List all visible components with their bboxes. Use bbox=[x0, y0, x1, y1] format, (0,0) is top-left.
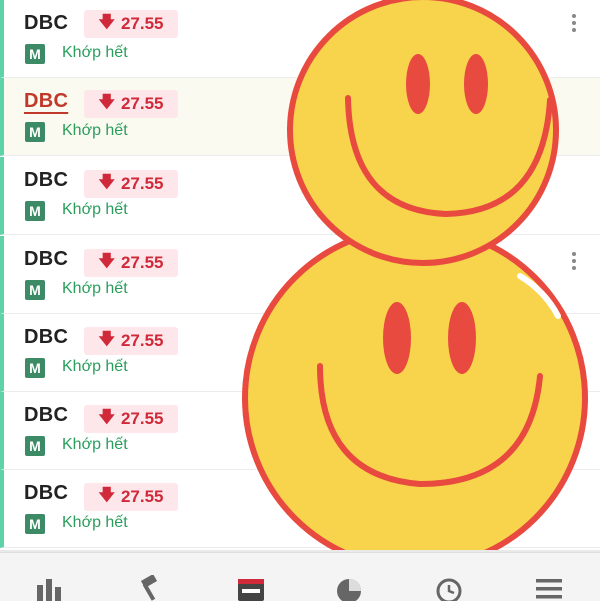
ticker-symbol[interactable]: DBC bbox=[24, 90, 68, 113]
price-badge: 🡇 27.55 bbox=[84, 483, 178, 511]
order-type-badge: M bbox=[25, 436, 45, 456]
order-type-badge: M bbox=[25, 44, 45, 64]
ticker-symbol[interactable]: DBC bbox=[24, 12, 68, 35]
order-status: Khớp hết bbox=[62, 44, 128, 61]
price-value: 27.55 bbox=[120, 487, 164, 506]
hamburger-menu-icon[interactable] bbox=[534, 575, 564, 601]
order-status: Khớp hết bbox=[62, 436, 128, 453]
price-value: 27.55 bbox=[120, 331, 164, 350]
ticker-symbol[interactable]: DBC bbox=[24, 482, 68, 505]
order-status: Khớp hết bbox=[62, 514, 128, 531]
price-value: 27.55 bbox=[120, 409, 164, 428]
order-type-badge: M bbox=[25, 280, 45, 300]
price-badge: 🡇 27.55 bbox=[84, 10, 178, 38]
order-status: Khớp hết bbox=[62, 358, 128, 375]
market-chart-icon[interactable] bbox=[34, 575, 64, 601]
order-status: Khớp hết bbox=[62, 280, 128, 297]
arrow-down-icon: 🡇 bbox=[98, 252, 115, 270]
price-value: 27.55 bbox=[120, 94, 164, 113]
wallet-icon[interactable] bbox=[236, 575, 266, 601]
order-type-badge: M bbox=[25, 122, 45, 142]
price-badge: 🡇 27.55 bbox=[84, 90, 178, 118]
order-type-badge: M bbox=[25, 514, 45, 534]
price-value: 27.55 bbox=[120, 253, 164, 272]
arrow-down-icon: 🡇 bbox=[98, 330, 115, 348]
arrow-down-icon: 🡇 bbox=[98, 408, 115, 426]
ticker-symbol[interactable]: DBC bbox=[24, 404, 68, 427]
price-value: 27.55 bbox=[120, 14, 164, 33]
pie-chart-icon[interactable] bbox=[334, 575, 364, 601]
order-type-badge: M bbox=[25, 358, 45, 378]
order-status: Khớp hết bbox=[62, 122, 128, 139]
arrow-down-icon: 🡇 bbox=[98, 13, 115, 31]
smiley-sticker-icon bbox=[287, 0, 561, 266]
arrow-down-icon: 🡇 bbox=[98, 173, 115, 191]
ticker-symbol[interactable]: DBC bbox=[24, 169, 68, 192]
price-badge: 🡇 27.55 bbox=[84, 170, 178, 198]
price-badge: 🡇 27.55 bbox=[84, 405, 178, 433]
price-badge: 🡇 27.55 bbox=[84, 327, 178, 355]
bottom-nav bbox=[0, 552, 600, 601]
price-value: 27.55 bbox=[120, 174, 164, 193]
ticker-symbol[interactable]: DBC bbox=[24, 248, 68, 271]
arrow-down-icon: 🡇 bbox=[98, 93, 115, 111]
gavel-order-icon[interactable] bbox=[134, 575, 164, 601]
arrow-down-icon: 🡇 bbox=[98, 486, 115, 504]
order-type-badge: M bbox=[25, 201, 45, 221]
order-status: Khớp hết bbox=[62, 201, 128, 218]
clock-history-icon[interactable] bbox=[434, 575, 464, 601]
ticker-symbol[interactable]: DBC bbox=[24, 326, 68, 349]
price-badge: 🡇 27.55 bbox=[84, 249, 178, 277]
